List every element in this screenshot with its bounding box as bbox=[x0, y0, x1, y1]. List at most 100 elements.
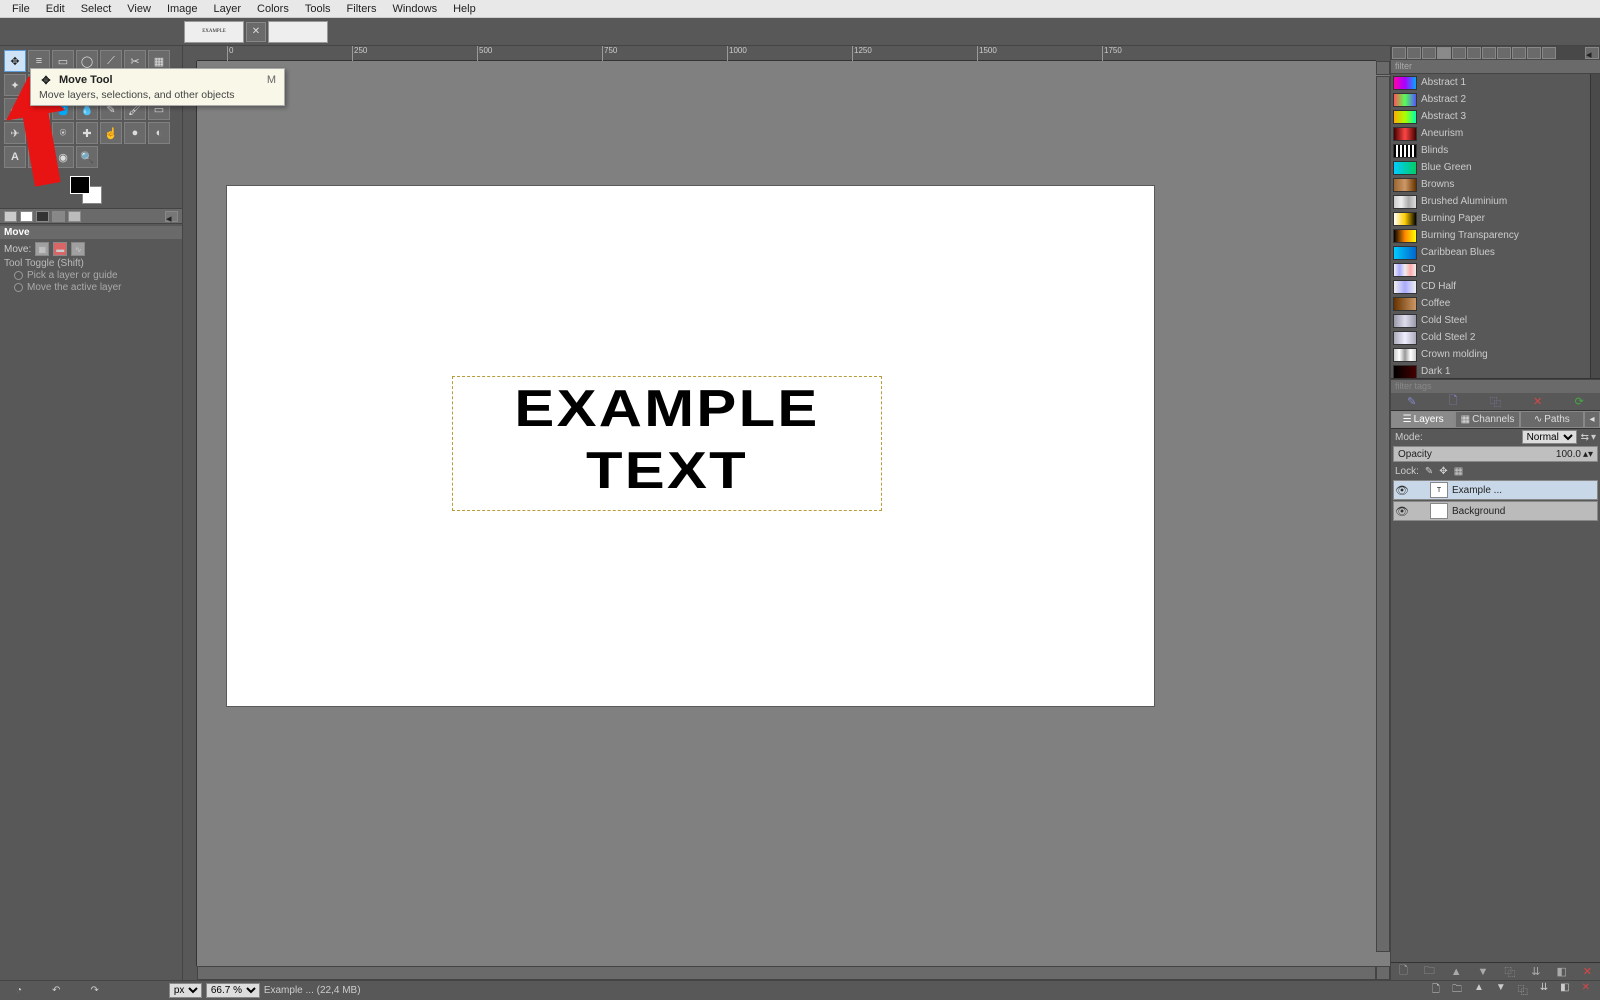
status-icon-5[interactable]: ⿻ bbox=[1518, 982, 1528, 999]
status-icon-4[interactable]: ▼ bbox=[1496, 982, 1506, 999]
radio-pick-layer[interactable]: Pick a layer or guide bbox=[14, 270, 178, 281]
gradient-item[interactable]: CD bbox=[1391, 261, 1590, 278]
gradient-item[interactable]: Aneurism bbox=[1391, 125, 1590, 142]
configure-tab-icon[interactable]: ◂ bbox=[165, 211, 178, 222]
tag-filter-row[interactable]: filter tags bbox=[1391, 379, 1600, 393]
dock-tab-7[interactable] bbox=[1482, 47, 1496, 59]
tab-layers[interactable]: ☰Layers bbox=[1391, 411, 1455, 428]
menu-filters[interactable]: Filters bbox=[339, 1, 385, 17]
navigation-icon[interactable] bbox=[1376, 966, 1390, 980]
dock-tab-8[interactable] bbox=[1497, 47, 1511, 59]
tool-options-tab[interactable] bbox=[4, 211, 17, 222]
canvas[interactable]: EXAMPLE TEXT bbox=[227, 186, 1154, 706]
menu-select[interactable]: Select bbox=[73, 1, 120, 17]
gradient-item[interactable]: Crown molding bbox=[1391, 346, 1590, 363]
layer-item[interactable]: 👁 Background bbox=[1393, 501, 1598, 521]
dock-tab-10[interactable] bbox=[1527, 47, 1541, 59]
menu-tools[interactable]: Tools bbox=[297, 1, 339, 17]
menu-view[interactable]: View bbox=[119, 1, 159, 17]
raise-layer-icon[interactable]: ▲ bbox=[1451, 966, 1462, 978]
gradient-item[interactable]: Dark 1 bbox=[1391, 363, 1590, 378]
delete-gradient-icon[interactable]: ✕ bbox=[1533, 395, 1542, 408]
zoom-tool[interactable]: 🔍 bbox=[76, 146, 98, 168]
lock-position-icon[interactable]: ✥ bbox=[1439, 466, 1447, 477]
opacity-value[interactable]: 100.0 bbox=[1556, 449, 1581, 460]
layer-visibility-icon[interactable]: 👁 bbox=[1394, 505, 1410, 518]
mode-switch-icon[interactable]: ⇆ bbox=[1581, 432, 1589, 443]
gradients-dock-tab[interactable] bbox=[1437, 47, 1451, 59]
gradient-item[interactable]: Coffee bbox=[1391, 295, 1590, 312]
smudge-tool[interactable]: ☝ bbox=[100, 122, 122, 144]
refresh-gradient-icon[interactable]: ⟳ bbox=[1575, 395, 1584, 408]
opacity-spinner-icon[interactable]: ▴▾ bbox=[1583, 449, 1593, 460]
gradient-item[interactable]: CD Half bbox=[1391, 278, 1590, 295]
tab-paths[interactable]: ∿Paths bbox=[1520, 411, 1584, 428]
heal-tool[interactable]: ✚ bbox=[76, 122, 98, 144]
gradient-item[interactable]: Cold Steel 2 bbox=[1391, 329, 1590, 346]
layers-list[interactable]: 👁TExample ...👁Background bbox=[1391, 479, 1600, 962]
layer-item[interactable]: 👁TExample ... bbox=[1393, 480, 1598, 500]
layer-name[interactable]: Example ... bbox=[1452, 485, 1502, 496]
layer-name[interactable]: Background bbox=[1452, 506, 1505, 517]
dodge-tool[interactable]: ◐ bbox=[148, 122, 170, 144]
brushes-tab[interactable] bbox=[68, 211, 81, 222]
gradient-item[interactable]: Abstract 3 bbox=[1391, 108, 1590, 125]
gradient-item[interactable]: Abstract 1 bbox=[1391, 74, 1590, 91]
gradients-list[interactable]: Abstract 1Abstract 2Abstract 3AneurismBl… bbox=[1391, 74, 1590, 378]
viewport[interactable]: EXAMPLE TEXT bbox=[197, 61, 1390, 966]
gradient-item[interactable]: Cold Steel bbox=[1391, 312, 1590, 329]
mode-menu-icon[interactable]: ▾ bbox=[1591, 432, 1596, 443]
menu-image[interactable]: Image bbox=[159, 1, 206, 17]
move-mode-layer[interactable]: ▦ bbox=[35, 242, 49, 256]
redo-icon[interactable]: ↷ bbox=[90, 985, 98, 996]
undo-history-tab[interactable] bbox=[36, 211, 49, 222]
delete-layer-icon[interactable]: ✕ bbox=[1583, 965, 1592, 978]
merge-down-icon[interactable]: ⇊ bbox=[1531, 965, 1540, 978]
new-gradient-icon[interactable]: 🗋 bbox=[1449, 392, 1458, 411]
menu-layer[interactable]: Layer bbox=[206, 1, 250, 17]
move-mode-selection[interactable]: ▬ bbox=[53, 242, 67, 256]
ruler-origin[interactable] bbox=[1376, 61, 1390, 75]
move-mode-path[interactable]: ∿ bbox=[71, 242, 85, 256]
gradient-item[interactable]: Burning Paper bbox=[1391, 210, 1590, 227]
ruler-horizontal[interactable]: 0 250 500 750 1000 1250 1500 1750 bbox=[197, 46, 1376, 61]
ruler-vertical[interactable] bbox=[183, 61, 197, 966]
menu-help[interactable]: Help bbox=[445, 1, 484, 17]
lower-layer-icon[interactable]: ▼ bbox=[1478, 966, 1489, 978]
wilber-icon[interactable]: ◔ bbox=[16, 985, 22, 996]
images-tab[interactable] bbox=[52, 211, 65, 222]
gradient-item[interactable]: Burning Transparency bbox=[1391, 227, 1590, 244]
menu-windows[interactable]: Windows bbox=[384, 1, 445, 17]
menu-colors[interactable]: Colors bbox=[249, 1, 297, 17]
gradient-filter[interactable]: filter bbox=[1391, 60, 1600, 74]
mask-icon[interactable]: ◧ bbox=[1556, 965, 1566, 978]
duplicate-layer-icon[interactable]: ⿻ bbox=[1504, 964, 1515, 980]
patterns-dock-tab[interactable] bbox=[1407, 47, 1421, 59]
horizontal-scrollbar[interactable] bbox=[197, 966, 1376, 980]
zoom-select[interactable]: 66.7 % bbox=[206, 983, 260, 998]
gradient-item[interactable]: Blinds bbox=[1391, 142, 1590, 159]
blur-tool[interactable]: ● bbox=[124, 122, 146, 144]
status-icon-2[interactable]: 🗀 bbox=[1452, 982, 1462, 999]
move-tool[interactable]: ✥ bbox=[4, 50, 26, 72]
status-icon-7[interactable]: ◧ bbox=[1560, 982, 1569, 999]
undo-icon[interactable]: ↶ bbox=[52, 985, 60, 996]
unit-select[interactable]: px bbox=[169, 983, 202, 998]
dock-menu-icon[interactable]: ◂ bbox=[1585, 47, 1599, 59]
status-delete-icon[interactable]: ✕ bbox=[1582, 982, 1590, 999]
gradients-scrollbar[interactable] bbox=[1590, 74, 1600, 378]
radio-move-active[interactable]: Move the active layer bbox=[14, 282, 178, 293]
duplicate-gradient-icon[interactable]: ⿻ bbox=[1490, 394, 1501, 410]
tab-channels[interactable]: ▦Channels bbox=[1455, 411, 1519, 428]
gradient-item[interactable]: Blue Green bbox=[1391, 159, 1590, 176]
lock-alpha-icon[interactable]: ▦ bbox=[1454, 466, 1463, 477]
fonts-dock-tab[interactable] bbox=[1422, 47, 1436, 59]
dock-tab-6[interactable] bbox=[1467, 47, 1481, 59]
dock-tab-9[interactable] bbox=[1512, 47, 1526, 59]
palettes-dock-tab[interactable] bbox=[1452, 47, 1466, 59]
dock-tab-11[interactable] bbox=[1542, 47, 1556, 59]
document-tab-1[interactable]: EXAMPLE bbox=[184, 21, 244, 43]
layer-visibility-icon[interactable]: 👁 bbox=[1394, 484, 1410, 497]
edit-gradient-icon[interactable]: ✎ bbox=[1407, 395, 1416, 408]
status-icon-1[interactable]: 🗋 bbox=[1432, 982, 1440, 999]
